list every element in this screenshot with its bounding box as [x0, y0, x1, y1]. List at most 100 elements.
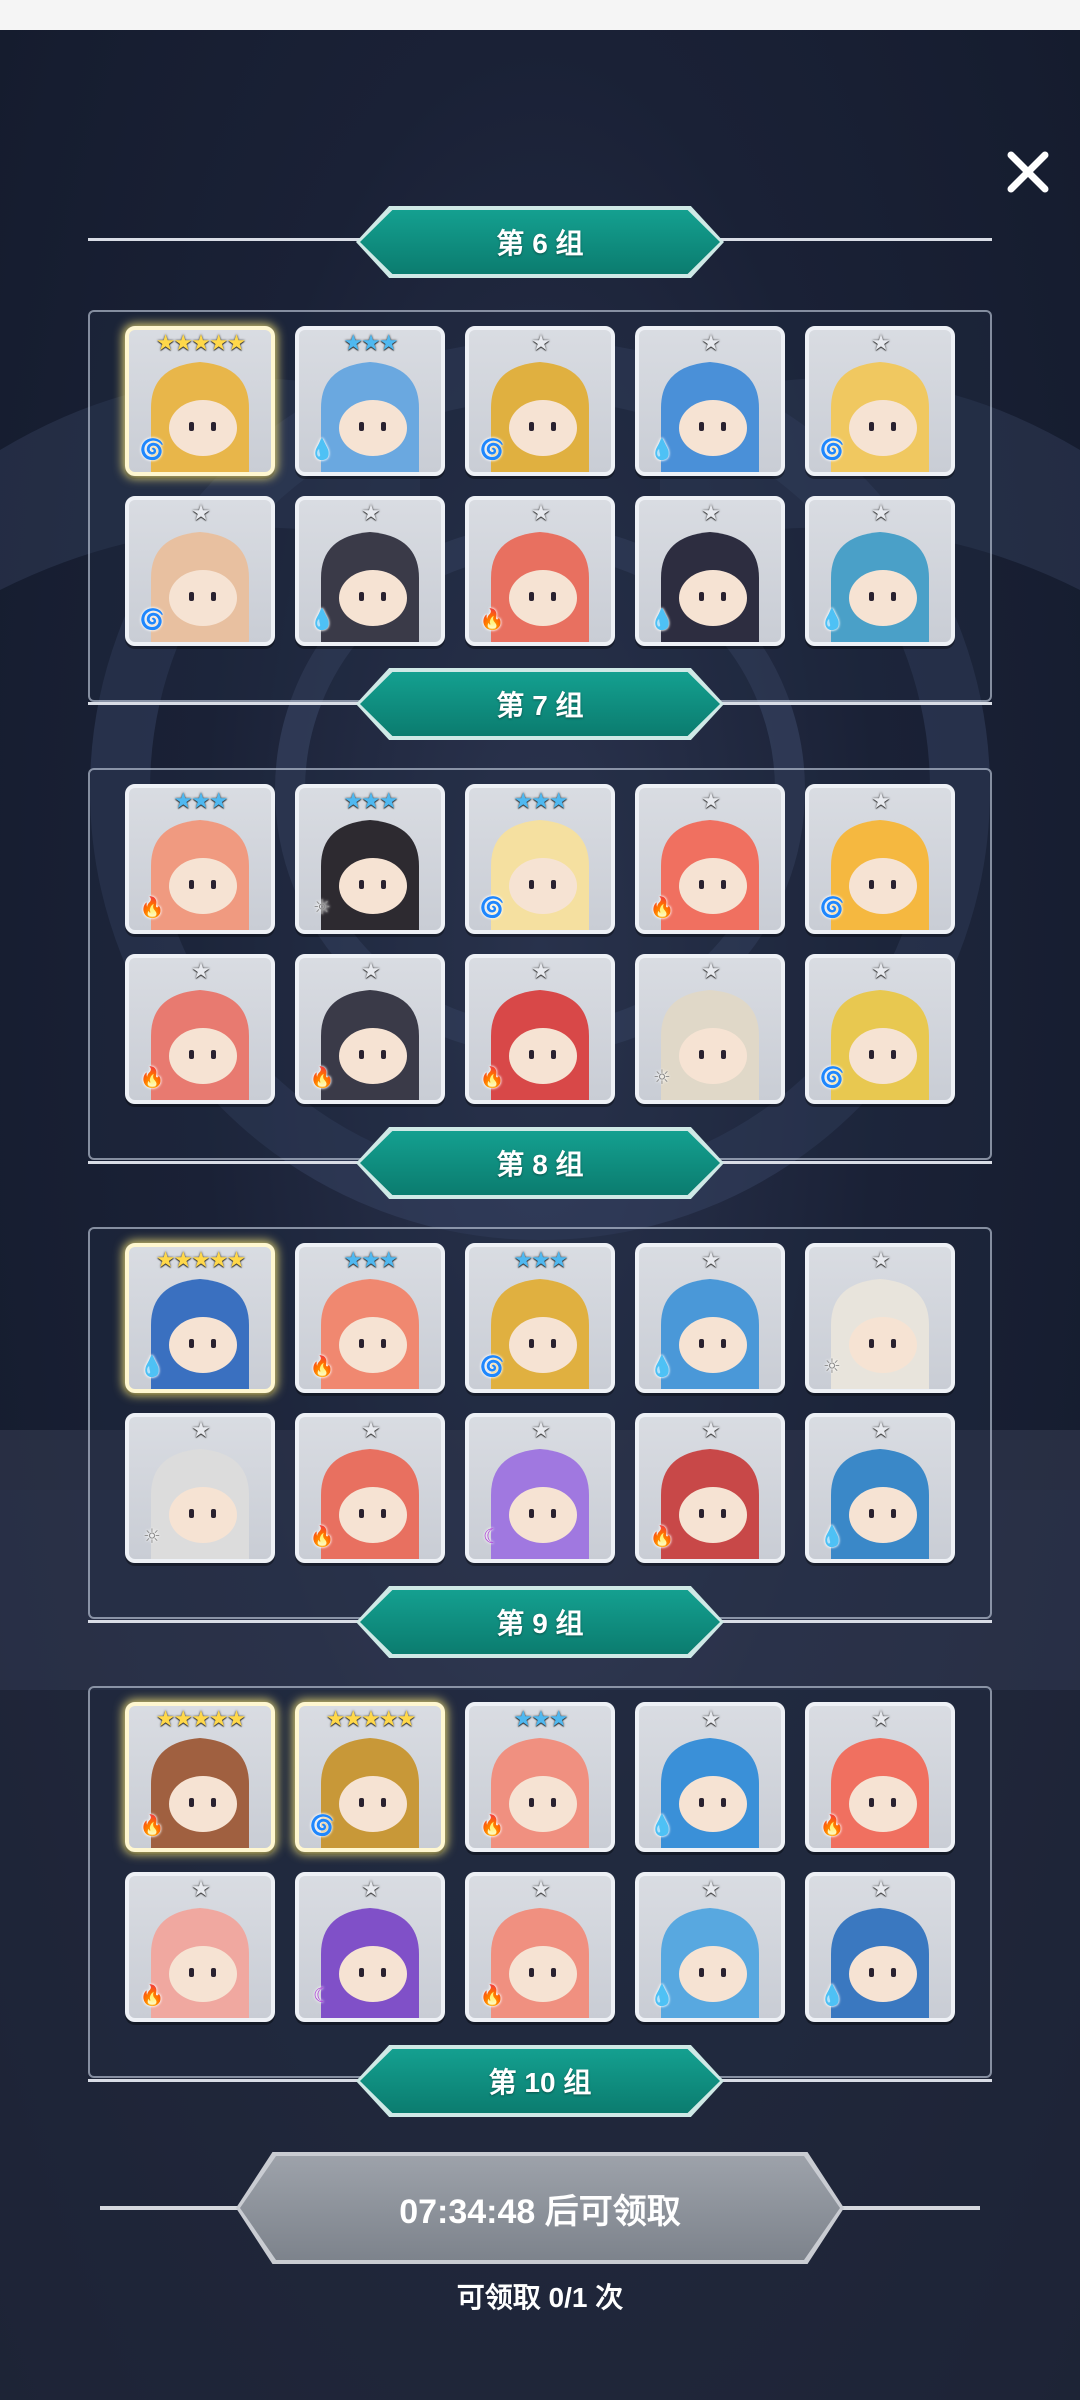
fire-element-icon: 🔥 [139, 1983, 165, 2007]
hero-card[interactable]: ★★★ 🔥 [125, 784, 275, 934]
hero-card[interactable]: ★ 💧 [635, 1872, 785, 2022]
star-rating: ★★★★★ [155, 1707, 247, 1732]
star-rating: ★★★ [173, 789, 228, 814]
star-rating: ★ [531, 1877, 551, 1902]
star-rating: ★★★ [513, 1707, 568, 1732]
claim-divider-right [830, 2206, 980, 2210]
wind-element-icon: 🌀 [479, 1354, 505, 1378]
light-element-icon: ☼ [313, 895, 331, 919]
wind-element-icon: 🌀 [309, 1813, 335, 1837]
star-rating: ★ [871, 331, 891, 356]
wind-element-icon: 🌀 [819, 437, 845, 461]
star-rating: ★ [871, 1707, 891, 1732]
divider [88, 238, 360, 241]
star-rating: ★ [701, 1418, 721, 1443]
hero-card[interactable]: ★★★ 🌀 [465, 784, 615, 934]
divider [88, 1620, 360, 1623]
divider [88, 2079, 360, 2082]
star-rating: ★ [701, 959, 721, 984]
star-rating: ★ [361, 1418, 381, 1443]
light-element-icon: ☼ [653, 1065, 671, 1089]
hero-card[interactable]: ★★★★★ 🌀 [295, 1702, 445, 1852]
hero-card[interactable]: ★ ☼ [125, 1413, 275, 1563]
divider [720, 238, 992, 241]
star-rating: ★ [871, 789, 891, 814]
fire-element-icon: 🔥 [479, 1983, 505, 2007]
water-element-icon: 💧 [309, 607, 335, 631]
light-element-icon: ☼ [823, 1354, 841, 1378]
water-element-icon: 💧 [819, 1983, 845, 2007]
group-label-10: 第 10 组 [360, 2049, 720, 2113]
hero-card[interactable]: ★ 🔥 [635, 1413, 785, 1563]
hero-card[interactable]: ★ 💧 [805, 1413, 955, 1563]
hero-card[interactable]: ★ 💧 [635, 326, 785, 476]
hero-card[interactable]: ★ 🔥 [465, 1872, 615, 2022]
hero-card[interactable]: ★ ☼ [635, 954, 785, 1104]
star-rating: ★ [531, 501, 551, 526]
hero-card[interactable]: ★ 🔥 [125, 1872, 275, 2022]
star-rating: ★ [191, 1418, 211, 1443]
hero-card[interactable]: ★ 💧 [805, 496, 955, 646]
hero-card[interactable]: ★ 🔥 [295, 1413, 445, 1563]
star-rating: ★★★ [343, 331, 398, 356]
water-element-icon: 💧 [649, 1813, 675, 1837]
group-label-6: 第 6 组 [360, 210, 720, 274]
star-rating: ★ [701, 501, 721, 526]
star-rating: ★ [191, 1877, 211, 1902]
hero-card[interactable]: ★ 💧 [805, 1872, 955, 2022]
divider [88, 702, 360, 705]
hero-card[interactable]: ★★★ 🔥 [465, 1702, 615, 1852]
star-rating: ★ [701, 1248, 721, 1273]
hero-card[interactable]: ★ 🔥 [125, 954, 275, 1104]
close-button[interactable] [996, 140, 1060, 204]
star-rating: ★ [701, 1877, 721, 1902]
status-bar [0, 0, 1080, 30]
star-rating: ★ [191, 501, 211, 526]
hero-group-panel: ★★★★★ 🌀 ★★★ 💧 ★ 🌀 ★ 💧 ★ 🌀 ★ 🌀 ★ 💧 ★ 🔥 ★ 💧 ★ 💧 [88, 310, 992, 702]
water-element-icon: 💧 [139, 1354, 165, 1378]
water-element-icon: 💧 [819, 607, 845, 631]
hero-card[interactable]: ★★★ 🔥 [295, 1243, 445, 1393]
hero-card[interactable]: ★ ☾ [295, 1872, 445, 2022]
light-element-icon: ☼ [143, 1524, 161, 1548]
hero-card[interactable]: ★★★ 💧 [295, 326, 445, 476]
hero-card[interactable]: ★★★★★ 💧 [125, 1243, 275, 1393]
star-rating: ★ [701, 1707, 721, 1732]
hero-card[interactable]: ★ 🔥 [465, 954, 615, 1104]
hero-card[interactable]: ★★★ ☼ [295, 784, 445, 934]
star-rating: ★ [191, 959, 211, 984]
wind-element-icon: 🌀 [139, 437, 165, 461]
hero-card[interactable]: ★ 🌀 [465, 326, 615, 476]
fire-element-icon: 🔥 [309, 1524, 335, 1548]
group-label-7: 第 7 组 [360, 672, 720, 736]
hero-card[interactable]: ★★★ 🌀 [465, 1243, 615, 1393]
dark-element-icon: ☾ [483, 1524, 501, 1548]
hero-grid: ★★★★★ 🌀 ★★★ 💧 ★ 🌀 ★ 💧 ★ 🌀 ★ 🌀 ★ 💧 ★ 🔥 ★ 💧 ★ 💧 [125, 326, 955, 646]
star-rating: ★ [531, 959, 551, 984]
hero-card[interactable]: ★ 🔥 [635, 784, 785, 934]
fire-element-icon: 🔥 [479, 607, 505, 631]
hero-card[interactable]: ★★★★★ 🔥 [125, 1702, 275, 1852]
hero-card[interactable]: ★ ☾ [465, 1413, 615, 1563]
star-rating: ★★★★★ [155, 331, 247, 356]
hero-card[interactable]: ★ 💧 [635, 1702, 785, 1852]
hero-card[interactable]: ★ 💧 [635, 1243, 785, 1393]
hero-group-panel: ★★★★★ 🔥 ★★★★★ 🌀 ★★★ 🔥 ★ 💧 ★ 🔥 ★ 🔥 ★ ☾ ★ 🔥 ★ 💧 ★ 💧 [88, 1686, 992, 2078]
hero-card[interactable]: ★★★★★ 🌀 [125, 326, 275, 476]
hero-card[interactable]: ★ 🔥 [465, 496, 615, 646]
hero-grid: ★★★★★ 🔥 ★★★★★ 🌀 ★★★ 🔥 ★ 💧 ★ 🔥 ★ 🔥 ★ ☾ ★ 🔥 ★ 💧 ★ 💧 [125, 1702, 955, 2022]
claim-divider-left [100, 2206, 250, 2210]
hero-card[interactable]: ★ 🌀 [805, 784, 955, 934]
wind-element-icon: 🌀 [139, 607, 165, 631]
hero-card[interactable]: ★ ☼ [805, 1243, 955, 1393]
hero-card[interactable]: ★ 💧 [295, 496, 445, 646]
hero-card[interactable]: ★ 🔥 [295, 954, 445, 1104]
hero-card[interactable]: ★ 🌀 [805, 954, 955, 1104]
divider [88, 1161, 360, 1164]
hero-card[interactable]: ★ 🌀 [805, 326, 955, 476]
claim-count-label: 可领取 0/1 次 [456, 2282, 624, 2313]
hero-card[interactable]: ★ 💧 [635, 496, 785, 646]
hero-card[interactable]: ★ 🔥 [805, 1702, 955, 1852]
claim-reward-button[interactable]: 07:34:48 后可领取 [240, 2156, 840, 2260]
hero-card[interactable]: ★ 🌀 [125, 496, 275, 646]
